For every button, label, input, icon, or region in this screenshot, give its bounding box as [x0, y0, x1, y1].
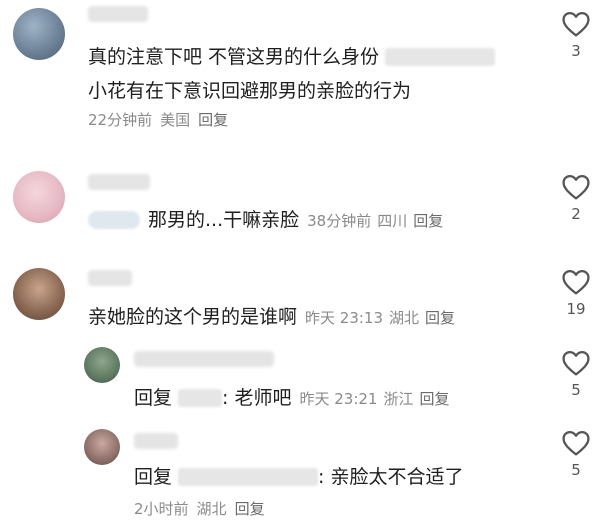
- username-masked[interactable]: [88, 270, 132, 286]
- masked-username: [178, 468, 319, 486]
- reply-text: 回复: 亲脸太不合适了: [134, 466, 464, 488]
- masked-username: [178, 389, 223, 407]
- like-button[interactable]: 5: [556, 349, 596, 399]
- timestamp: 2小时前: [134, 500, 189, 518]
- like-button[interactable]: 2: [556, 173, 596, 223]
- like-count: 5: [571, 381, 581, 399]
- masked-mention: [88, 211, 140, 229]
- avatar[interactable]: [84, 429, 120, 465]
- comment-item: 那男的...干嘛亲脸 38分钟前 四川 回复 2: [0, 165, 606, 255]
- heart-outline-icon: [562, 174, 590, 200]
- comment-item: 亲她脸的这个男的是谁啊 昨天 23:13 湖北 回复 19: [0, 262, 606, 342]
- avatar[interactable]: [13, 268, 65, 320]
- location: 湖北: [196, 500, 227, 518]
- like-count: 3: [571, 42, 581, 60]
- avatar[interactable]: [13, 171, 65, 223]
- timestamp: 38分钟前: [307, 212, 372, 230]
- reply-text: 回复: 老师吧 昨天 23:21 浙江 回复: [134, 387, 450, 409]
- comment-text: 亲她脸的这个男的是谁啊 昨天 23:13 湖北 回复: [88, 306, 456, 328]
- reply-button[interactable]: 回复: [419, 390, 449, 408]
- reply-prefix: 回复: [134, 387, 173, 409]
- like-count: 5: [571, 461, 581, 479]
- heart-outline-icon: [562, 350, 590, 376]
- reply-item: 回复: 老师吧 昨天 23:21 浙江 回复 5: [0, 345, 606, 417]
- location: 四川: [377, 212, 408, 230]
- reply-button[interactable]: 回复: [413, 212, 443, 230]
- heart-outline-icon: [562, 430, 590, 456]
- reply-meta: 2小时前 湖北 回复: [134, 498, 265, 519]
- username-masked[interactable]: [134, 351, 274, 367]
- comment-text-line1: 真的注意下吧 不管这男的什么身份: [88, 42, 496, 69]
- comment-text-line2: 小花有在下意识回避那男的亲脸的行为: [88, 80, 412, 102]
- like-count: 19: [566, 300, 586, 318]
- location: 浙江: [383, 390, 414, 408]
- location: 湖北: [389, 309, 420, 327]
- comment-meta: 昨天 23:13 湖北 回复: [305, 309, 455, 327]
- avatar[interactable]: [84, 347, 120, 383]
- reply-prefix: 回复: [134, 466, 173, 488]
- reply-button[interactable]: 回复: [235, 500, 265, 518]
- username-masked[interactable]: [134, 433, 178, 449]
- heart-outline-icon: [562, 269, 590, 295]
- timestamp: 22分钟前: [88, 111, 153, 129]
- comment-meta: 22分钟前 美国 回复: [88, 109, 228, 130]
- reply-button[interactable]: 回复: [425, 309, 455, 327]
- comment-meta: 38分钟前 四川 回复: [307, 212, 443, 230]
- like-button[interactable]: 19: [556, 268, 596, 318]
- timestamp: 昨天 23:13: [305, 309, 384, 327]
- username-masked[interactable]: [88, 6, 148, 22]
- reply-item: 回复: 亲脸太不合适了 2小时前 湖北 回复 5: [0, 425, 606, 523]
- like-button[interactable]: 5: [556, 429, 596, 479]
- like-button[interactable]: 3: [556, 10, 596, 60]
- reply-meta: 昨天 23:21 浙江 回复: [299, 390, 449, 408]
- avatar[interactable]: [13, 8, 65, 60]
- masked-text: [385, 48, 496, 66]
- reply-button[interactable]: 回复: [198, 111, 228, 129]
- timestamp: 昨天 23:21: [299, 390, 378, 408]
- username-masked[interactable]: [88, 174, 150, 190]
- comment-text: 那男的...干嘛亲脸 38分钟前 四川 回复: [88, 205, 443, 232]
- like-count: 2: [571, 205, 581, 223]
- heart-outline-icon: [562, 11, 590, 37]
- location: 美国: [160, 111, 191, 129]
- comment-item: 真的注意下吧 不管这男的什么身份 小花有在下意识回避那男的亲脸的行为 22分钟前…: [0, 0, 606, 150]
